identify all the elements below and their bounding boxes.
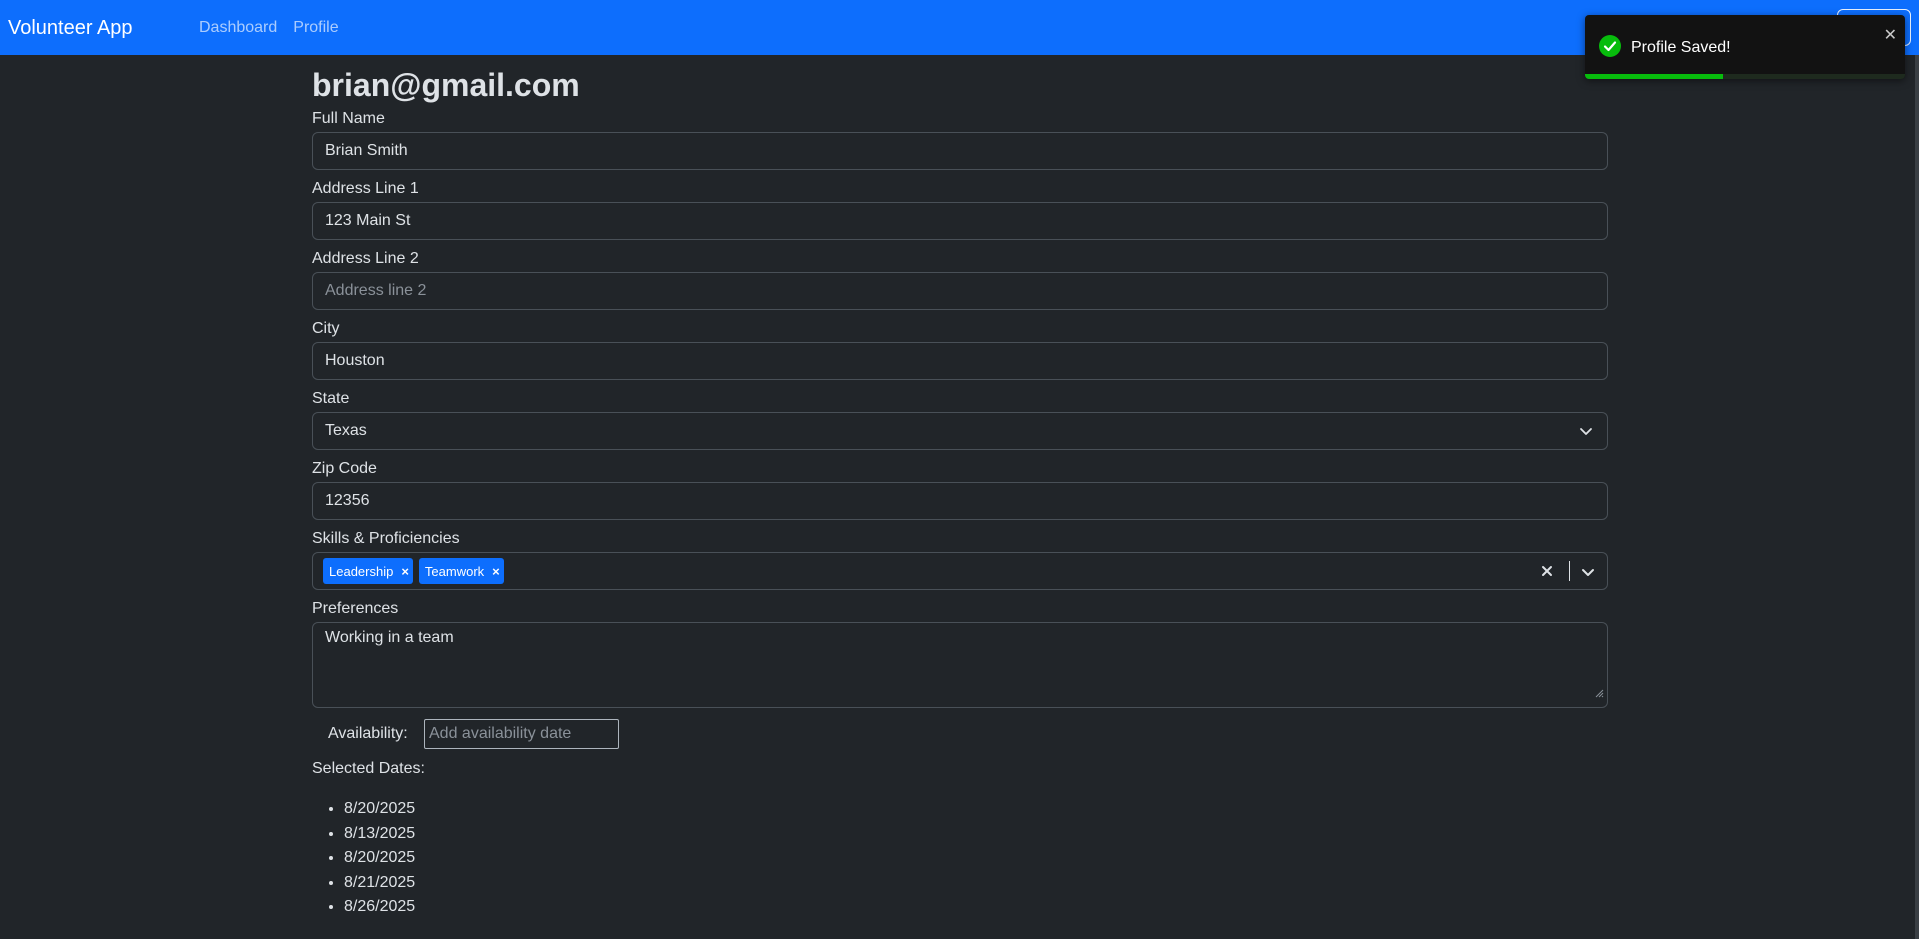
separator	[1569, 561, 1570, 581]
remove-tag-icon[interactable]: ×	[492, 564, 500, 579]
profile-form: brian@gmail.com Full Name Address Line 1…	[312, 64, 1608, 920]
list-item: 8/13/2025	[344, 822, 1608, 847]
state-label: State	[312, 390, 350, 407]
zip-label: Zip Code	[312, 460, 377, 477]
clear-icon[interactable]	[1537, 560, 1557, 582]
nav-link-profile[interactable]: Profile	[293, 18, 338, 38]
preferences-label: Preferences	[312, 600, 399, 617]
check-circle-icon	[1599, 35, 1621, 57]
skill-tag: Teamwork ×	[418, 558, 504, 584]
state-select[interactable]: Texas	[312, 412, 1608, 450]
city-label: City	[312, 320, 340, 337]
page-title: brian@gmail.com	[312, 67, 580, 103]
address2-input[interactable]	[312, 272, 1608, 310]
selected-dates-list: 8/20/2025 8/13/2025 8/20/2025 8/21/2025 …	[312, 797, 1608, 920]
availability-row: Availability:	[312, 719, 1608, 749]
skill-tag-label: Leadership	[329, 563, 394, 579]
list-item: 8/21/2025	[344, 871, 1608, 896]
chevron-down-icon	[1580, 428, 1592, 435]
city-input[interactable]	[312, 342, 1608, 380]
full-name-label: Full Name	[312, 110, 385, 127]
toast-progress-bar	[1585, 74, 1723, 79]
state-select-value: Texas	[312, 412, 1608, 450]
availability-label: Availability:	[328, 725, 408, 742]
scrollbar[interactable]	[1915, 55, 1919, 939]
address1-input[interactable]	[312, 202, 1608, 240]
full-name-input[interactable]	[312, 132, 1608, 170]
list-item: 8/20/2025	[344, 846, 1608, 871]
skills-multiselect[interactable]: Leadership × Teamwork ×	[312, 552, 1608, 590]
chevron-down-icon[interactable]	[1579, 563, 1597, 581]
toast-message: Profile Saved!	[1631, 39, 1731, 56]
preferences-wrap	[312, 622, 1608, 708]
resize-grip-icon[interactable]	[1594, 688, 1604, 698]
zip-input[interactable]	[312, 482, 1608, 520]
brand[interactable]: Volunteer App	[8, 15, 133, 41]
selected-dates-label: Selected Dates:	[312, 760, 425, 777]
list-item: 8/20/2025	[344, 797, 1608, 822]
remove-tag-icon[interactable]: ×	[401, 564, 409, 579]
toast-notification: Profile Saved! ✕	[1585, 15, 1905, 79]
list-item: 8/26/2025	[344, 895, 1608, 920]
skill-tag-label: Teamwork	[424, 563, 485, 579]
preferences-textarea[interactable]	[312, 622, 1608, 708]
availability-date-input[interactable]	[424, 719, 619, 749]
nav-link-dashboard[interactable]: Dashboard	[199, 18, 277, 38]
skills-label: Skills & Proficiencies	[312, 530, 460, 547]
address1-label: Address Line 1	[312, 180, 419, 197]
close-icon[interactable]: ✕	[1884, 25, 1897, 45]
skill-tag: Leadership ×	[323, 558, 413, 584]
nav-links: Dashboard Profile	[199, 18, 339, 38]
address2-label: Address Line 2	[312, 250, 419, 267]
